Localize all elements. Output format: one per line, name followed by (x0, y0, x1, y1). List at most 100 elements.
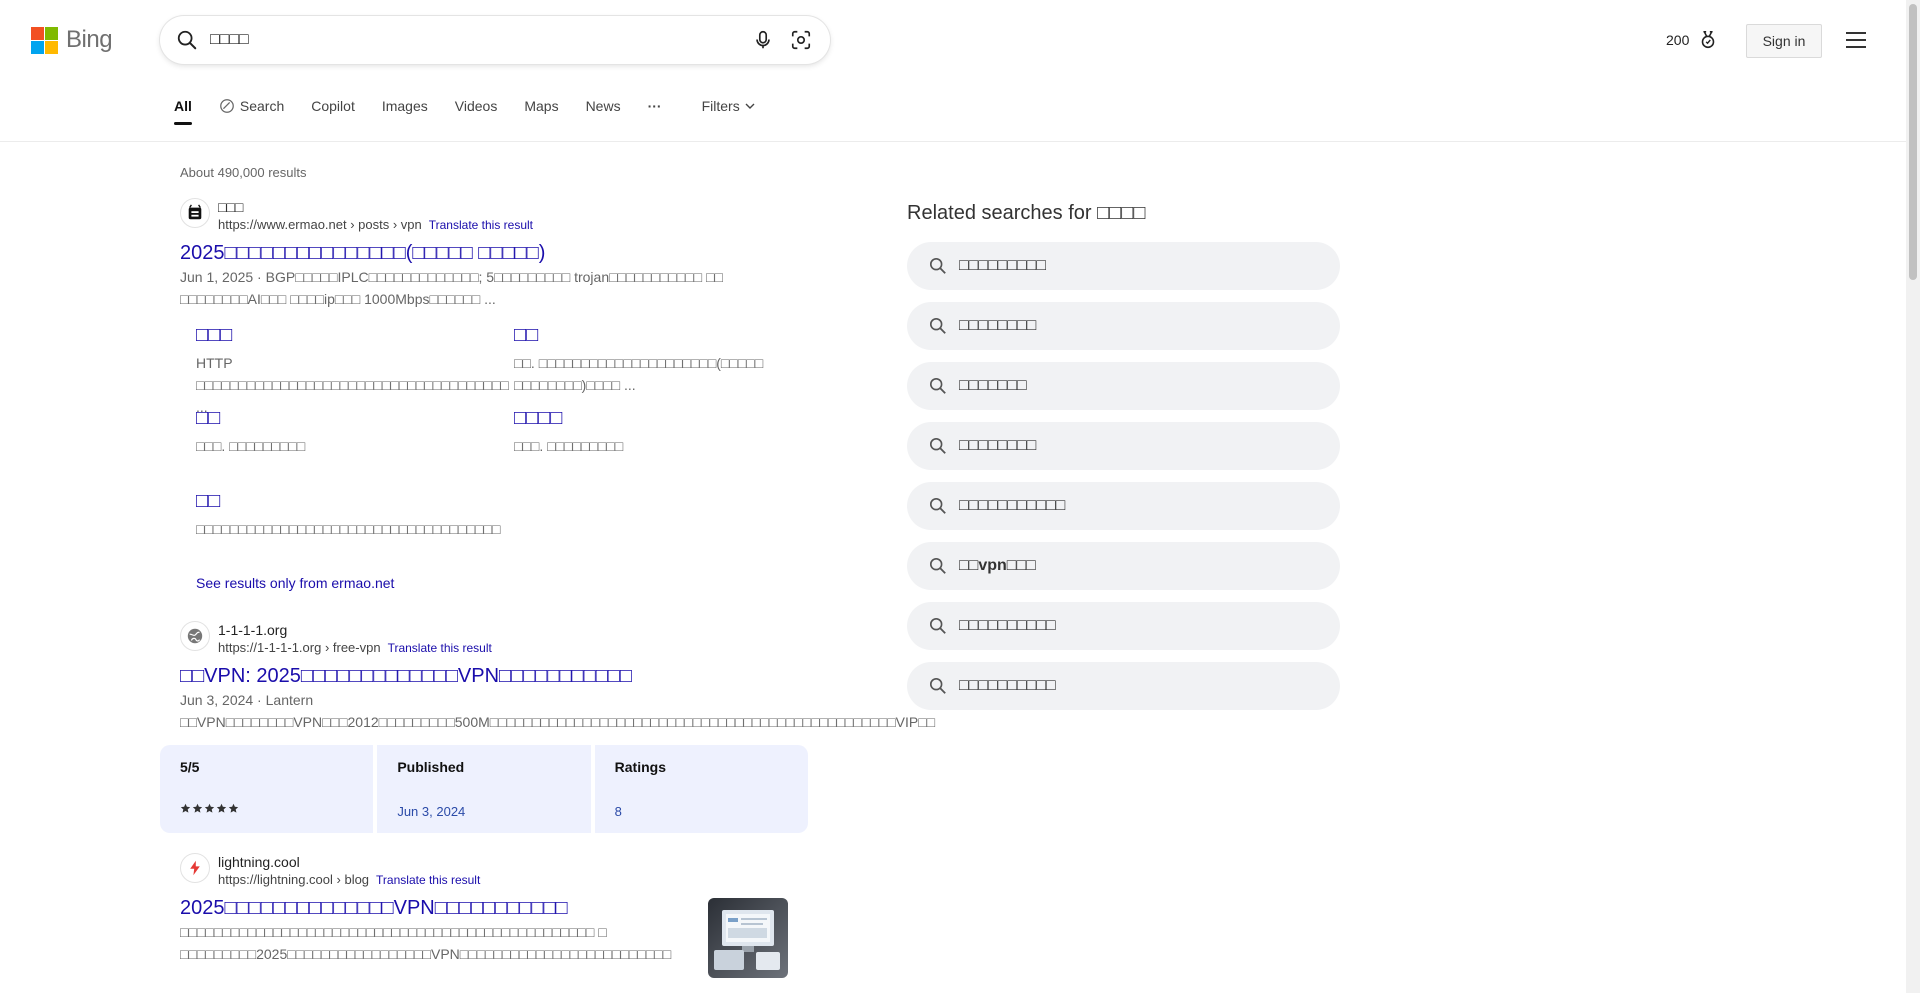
rating-fact: 5/5 (160, 745, 374, 833)
tab-copilot-label: Copilot (311, 98, 355, 114)
bing-logo[interactable]: Bing (31, 26, 113, 54)
menu-icon[interactable] (1845, 31, 1867, 49)
more-tabs-label: ··· (647, 98, 662, 114)
search-icon (929, 497, 946, 514)
search-icon (929, 437, 946, 454)
result-snippet: Jun 1, 2025 · BGP□□□□□IPLC□□□□□□□□□□□□□;… (180, 266, 780, 310)
search-result: lightning.cool https://lightning.cool › … (180, 853, 700, 965)
result-thumbnail[interactable] (708, 898, 788, 978)
tab-news-label: News (585, 98, 621, 114)
result-title-link[interactable]: 2025□□□□□□□□□□□□□□VPN□□□□□□□□□□□ (180, 895, 700, 921)
sign-in-button[interactable]: Sign in (1746, 24, 1822, 58)
result-source[interactable]: □□□ https://www.ermao.net › posts › vpn T… (180, 198, 780, 234)
mic-icon[interactable] (752, 29, 774, 51)
related-search-label: □□□□□□□ (959, 377, 1027, 394)
rating-stars (180, 803, 239, 814)
published-label: Published (397, 759, 465, 775)
star-icon (204, 803, 215, 813)
related-search-item[interactable]: □□vpn□□□ (907, 542, 1340, 590)
tab-maps[interactable]: Maps (524, 94, 558, 118)
result-title-link[interactable]: □□VPN: 2025□□□□□□□□□□□□□VPN□□□□□□□□□□□ (180, 663, 790, 689)
lightning-icon (180, 853, 210, 883)
search-icon (929, 317, 946, 334)
result-source[interactable]: lightning.cool https://lightning.cool › … (180, 853, 700, 889)
star-icon (216, 803, 227, 813)
search-icon (929, 257, 946, 274)
related-search-label: □□□□□□□□□□□ (959, 497, 1066, 514)
search-result: □□□ https://www.ermao.net › posts › vpn T… (180, 198, 780, 310)
published-fact: Published Jun 3, 2024 (377, 745, 591, 833)
filters-label: Filters (701, 98, 740, 114)
related-search-item[interactable]: □□□□□□□□ (907, 422, 1340, 470)
deep-link-desc: □□□. □□□□□□□□□ (196, 438, 306, 454)
deep-link: □□□ HTTP □□□□□□□□□□□□□□□□□□□□□□□□□□□□□□□… (196, 322, 509, 418)
tab-search[interactable]: Search (219, 94, 284, 118)
deep-link: □□ □□□. □□□□□□□□□ (196, 405, 481, 457)
search-input[interactable] (208, 30, 732, 50)
site-favicon-icon (180, 198, 210, 228)
result-date: Jun 1, 2025 · (180, 269, 266, 285)
deep-link-desc: □□□□□□□□□□□□□□□□□□□□□□□□□□□□□□□□□□□□ (196, 521, 501, 537)
ratings-fact: Ratings 8 (594, 745, 808, 833)
tab-images[interactable]: Images (382, 94, 428, 118)
related-search-item[interactable]: □□□□□□□□□□ (907, 602, 1340, 650)
deep-link-title[interactable]: □□□ (196, 322, 481, 348)
result-source[interactable]: 1-1-1-1.org https://1-1-1-1.org › free-v… (180, 621, 790, 657)
logo-text: Bing (66, 26, 113, 53)
related-search-item[interactable]: □□□□□□□□□□ (907, 662, 1340, 710)
scrollbar-thumb[interactable] (1909, 4, 1917, 280)
search-icon (929, 617, 946, 634)
result-date: Jun 3, 2024 · (180, 692, 266, 708)
deep-link-title[interactable]: □□ (514, 322, 799, 348)
related-search-item[interactable]: □□□□□□□□□ (907, 242, 1340, 290)
site-url: https://www.ermao.net › posts › vpn (218, 217, 422, 232)
star-icon (228, 803, 239, 813)
header: Bing 200 Sign in All (0, 0, 1920, 142)
related-search-item[interactable]: □□□□□□□□□□□ (907, 482, 1340, 530)
rewards-medal-icon (1702, 30, 1715, 49)
deep-link-title[interactable]: □□ (196, 405, 481, 431)
microsoft-logo-icon (31, 26, 58, 54)
related-search-label: □□□□□□□□□□ (959, 677, 1056, 694)
translate-link[interactable]: Translate this result (388, 641, 492, 655)
deep-link: □□□□ □□□. □□□□□□□□□ (514, 405, 799, 457)
more-tabs-button[interactable]: ··· (648, 94, 662, 118)
see-results-only-link[interactable]: See results only from ermao.net (196, 575, 394, 591)
related-search-label: □□□□□□□□ (959, 317, 1037, 334)
search-icon (929, 557, 946, 574)
translate-link[interactable]: Translate this result (376, 873, 480, 887)
related-search-item[interactable]: □□□□□□□ (907, 362, 1340, 410)
published-value: Jun 3, 2024 (397, 804, 466, 819)
tab-copilot[interactable]: Copilot (311, 94, 355, 118)
related-searches-title: Related searches for □□□□ (907, 202, 1146, 224)
facts-panel: 5/5 Published Jun 3, 2024 Ratings 8 (160, 745, 808, 833)
ratings-label: Ratings (614, 759, 666, 775)
deep-link: □□ □□. □□□□□□□□□□□□□□□□□□□□□(□□□□□ □□□□□… (514, 322, 799, 396)
visual-search-icon[interactable] (790, 29, 812, 51)
rewards[interactable]: 200 (1666, 29, 1719, 51)
globe-icon (180, 621, 210, 651)
tab-all[interactable]: All (174, 94, 192, 125)
chevron-down-icon (745, 103, 755, 109)
translate-link[interactable]: Translate this result (429, 218, 533, 232)
deep-link-title[interactable]: □□ (196, 488, 481, 514)
result-title-link[interactable]: 2025□□□□□□□□□□□□□□□(□□□□□ □□□□□) (180, 240, 780, 266)
results-count: About 490,000 results (180, 165, 307, 180)
related-search-item[interactable]: □□□□□□□□ (907, 302, 1340, 350)
tab-videos[interactable]: Videos (455, 94, 498, 118)
deep-link-title[interactable]: □□□□ (514, 405, 799, 431)
related-search-label: □□□□□□□□□ (959, 257, 1046, 274)
tab-all-label: All (174, 98, 192, 114)
result-snippet: □□□□□□□□□□□□□□□□□□□□□□□□□□□□□□□□□□□□□□□□… (180, 924, 672, 962)
deep-link-desc: □□□. □□□□□□□□□ (514, 438, 624, 454)
deep-link-desc: □□. □□□□□□□□□□□□□□□□□□□□□(□□□□□ □□□□□□□□… (514, 355, 764, 393)
related-search-label: □□□□□□□□□□ (959, 617, 1056, 634)
scope-tabs: All Search Copilot Images Videos Maps Ne… (174, 94, 782, 125)
search-icon (929, 677, 946, 694)
search-result: 1-1-1-1.org https://1-1-1-1.org › free-v… (180, 621, 935, 755)
tab-news[interactable]: News (586, 94, 621, 118)
site-name: □□□ (218, 199, 244, 215)
search-box[interactable] (160, 16, 830, 64)
filters-button[interactable]: Filters (702, 94, 755, 118)
ratings-value: 8 (614, 804, 622, 819)
